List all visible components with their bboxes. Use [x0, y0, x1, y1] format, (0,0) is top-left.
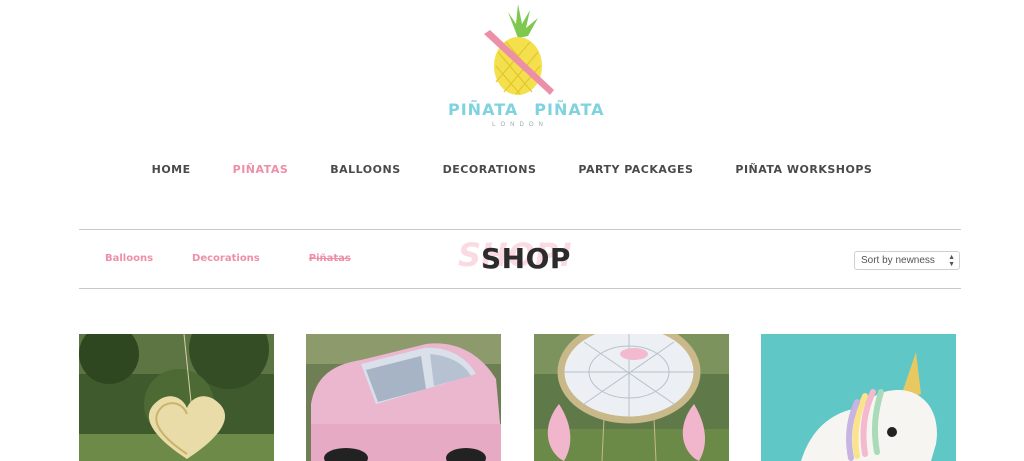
product-tile-3[interactable] [534, 334, 729, 461]
nav-party-packages[interactable]: PARTY PACKAGES [578, 163, 693, 176]
divider-top [79, 229, 961, 230]
sort-selected-value: Sort by newness [861, 255, 935, 266]
gold-heart-pinata-image [79, 334, 274, 461]
logo-word-2: PIÑATA [534, 100, 605, 119]
sort-select[interactable]: Sort by newness ▲ ▼ [854, 251, 960, 270]
site-logo[interactable]: PIÑATA PIÑATA LONDON [440, 2, 604, 132]
main-nav: HOME PIÑATAS BALLOONS DECORATIONS PARTY … [0, 163, 1024, 176]
product-tile-1[interactable] [79, 334, 274, 461]
logo-wordmark: PIÑATA PIÑATA [440, 100, 604, 119]
divider-bottom [79, 288, 961, 289]
nav-pinata-workshops[interactable]: PIÑATA WORKSHOPS [735, 163, 872, 176]
dreamcatcher-pinata-image [534, 334, 729, 461]
product-tile-2[interactable] [306, 334, 501, 461]
product-tile-4[interactable] [761, 334, 956, 461]
category-filters: Balloons Decorations Piñatas [105, 253, 351, 264]
nav-balloons[interactable]: BALLOONS [330, 163, 400, 176]
nav-home[interactable]: HOME [152, 163, 191, 176]
logo-word-1: PIÑATA [448, 100, 519, 119]
category-balloons[interactable]: Balloons [105, 253, 153, 264]
category-pinatas[interactable]: Piñatas [309, 253, 351, 264]
logo-subtitle: LONDON [492, 122, 548, 128]
category-decorations[interactable]: Decorations [192, 253, 260, 264]
nav-pinatas[interactable]: PIÑATAS [233, 163, 289, 176]
unicorn-pinata-image [761, 334, 956, 461]
pineapple-bat-icon [484, 4, 554, 95]
page-title: SHOP [481, 242, 571, 275]
select-arrows-icon: ▲ ▼ [948, 254, 955, 268]
nav-decorations[interactable]: DECORATIONS [443, 163, 537, 176]
pink-car-pinata-image [306, 334, 501, 461]
